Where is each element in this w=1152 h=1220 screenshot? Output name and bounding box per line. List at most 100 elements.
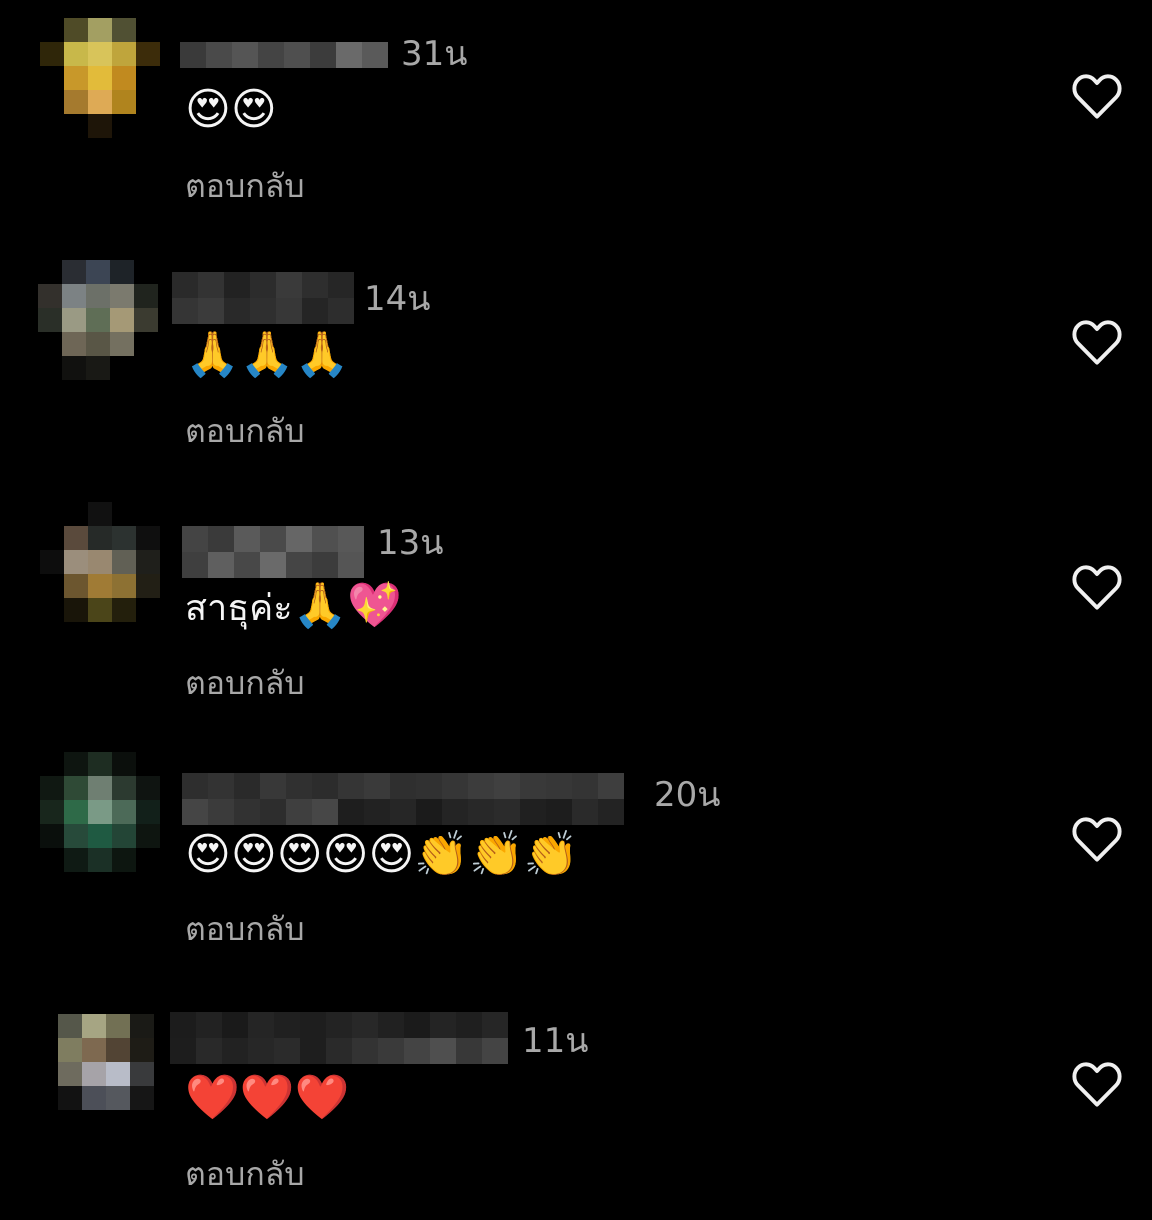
avatar-pixel [130, 1110, 154, 1134]
username-pixel [234, 552, 260, 578]
username-pixel [300, 1012, 326, 1038]
avatar-pixel [134, 284, 158, 308]
reply-button[interactable]: ตอบกลับ [185, 913, 305, 945]
avatar-pixel [62, 308, 86, 332]
avatar-pixel [58, 1086, 82, 1110]
avatar-pixel [86, 260, 110, 284]
username-pixel [456, 1038, 482, 1064]
username-pixel [224, 272, 250, 298]
comment-item: 20น 😍😍😍😍😍👏👏👏 ตอบกลับ [0, 745, 1152, 975]
avatar-pixel [106, 1110, 130, 1134]
avatar-pixel [62, 284, 86, 308]
username-pixel [430, 1038, 456, 1064]
avatar-pixel [106, 1014, 130, 1038]
reply-button[interactable]: ตอบกลับ [185, 1158, 305, 1190]
username-pixel [300, 1038, 326, 1064]
comment-item: 31น 😍😍 ตอบกลับ [0, 0, 1152, 230]
avatar[interactable] [40, 752, 160, 872]
username-pixel [378, 1038, 404, 1064]
username-redacted[interactable] [172, 272, 354, 324]
username-pixel [274, 1012, 300, 1038]
username-pixel [338, 773, 364, 799]
avatar-pixel [40, 800, 64, 824]
username-pixel [430, 1012, 456, 1038]
avatar-pixel [106, 1038, 130, 1062]
avatar-pixel [40, 550, 64, 574]
username-pixel [234, 526, 260, 552]
like-heart-icon[interactable] [1071, 72, 1123, 120]
username-pixel [274, 1038, 300, 1064]
avatar-pixel [112, 526, 136, 550]
like-heart-icon[interactable] [1071, 563, 1123, 611]
avatar-pixel [64, 800, 88, 824]
avatar-pixel [136, 90, 160, 114]
comment-time: 31น [401, 34, 468, 74]
username-redacted[interactable] [180, 42, 388, 68]
avatar-pixel [88, 114, 112, 138]
avatar-pixel [110, 356, 134, 380]
username-pixel [416, 773, 442, 799]
username-pixel [338, 526, 364, 552]
avatar-pixel [40, 526, 64, 550]
reply-button[interactable]: ตอบกลับ [185, 170, 305, 202]
avatar-pixel [40, 598, 64, 622]
avatar-pixel [64, 502, 88, 526]
avatar-pixel [88, 776, 112, 800]
username-pixel [312, 799, 338, 825]
avatar-pixel [112, 114, 136, 138]
avatar-pixel [136, 800, 160, 824]
reply-button[interactable]: ตอบกลับ [185, 415, 305, 447]
avatar[interactable] [40, 18, 160, 138]
avatar[interactable] [34, 1014, 154, 1134]
avatar[interactable] [38, 260, 158, 380]
comment-body: 😍😍😍😍😍👏👏👏 [185, 833, 579, 877]
username-pixel [258, 42, 284, 68]
avatar-pixel [136, 752, 160, 776]
username-pixel [182, 526, 208, 552]
username-pixel [260, 552, 286, 578]
avatar-pixel [40, 502, 64, 526]
reply-button[interactable]: ตอบกลับ [185, 667, 305, 699]
avatar-pixel [34, 1014, 58, 1038]
avatar-pixel [110, 260, 134, 284]
avatar-pixel [88, 598, 112, 622]
avatar-pixel [136, 598, 160, 622]
avatar-pixel [38, 260, 62, 284]
avatar-pixel [64, 114, 88, 138]
avatar-pixel [106, 1062, 130, 1086]
username-pixel [442, 773, 468, 799]
avatar-pixel [40, 848, 64, 872]
avatar-pixel [38, 284, 62, 308]
avatar-pixel [88, 526, 112, 550]
username-redacted[interactable] [182, 526, 368, 578]
avatar-pixel [112, 550, 136, 574]
username-pixel [276, 298, 302, 324]
like-heart-icon[interactable] [1071, 1060, 1123, 1108]
like-heart-icon[interactable] [1071, 318, 1123, 366]
avatar-pixel [134, 260, 158, 284]
avatar[interactable] [40, 502, 160, 622]
avatar-pixel [110, 332, 134, 356]
username-pixel [182, 773, 208, 799]
username-redacted[interactable] [170, 1012, 512, 1064]
comment-text: สาธุค่ะ [185, 588, 293, 629]
avatar-pixel [130, 1014, 154, 1038]
username-pixel [482, 1038, 508, 1064]
avatar-pixel [136, 574, 160, 598]
username-pixel [180, 42, 206, 68]
username-pixel [232, 42, 258, 68]
username-redacted[interactable] [182, 773, 646, 825]
avatar-pixel [64, 526, 88, 550]
like-heart-icon[interactable] [1071, 815, 1123, 863]
username-pixel [286, 799, 312, 825]
avatar-pixel [88, 848, 112, 872]
comment-body: 🙏🙏🙏 [185, 333, 349, 377]
avatar-pixel [134, 356, 158, 380]
username-pixel [312, 552, 338, 578]
username-pixel [404, 1012, 430, 1038]
avatar-pixel [130, 1038, 154, 1062]
username-pixel [284, 42, 310, 68]
avatar-pixel [34, 1086, 58, 1110]
avatar-pixel [112, 824, 136, 848]
username-pixel [482, 1012, 508, 1038]
